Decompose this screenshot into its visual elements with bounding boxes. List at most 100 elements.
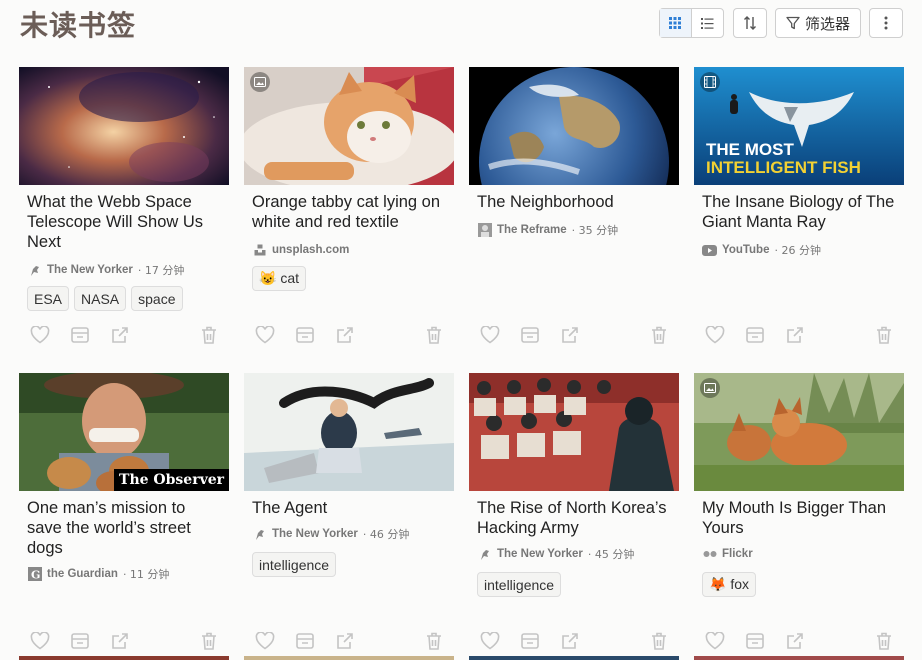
source-name[interactable]: The New Yorker <box>497 548 583 560</box>
delete-icon[interactable] <box>873 630 895 652</box>
thumbnail-image[interactable] <box>244 373 454 491</box>
delete-icon[interactable] <box>198 630 220 652</box>
open-external-icon[interactable] <box>334 324 356 346</box>
archive-icon[interactable] <box>69 324 91 346</box>
delete-icon[interactable] <box>873 324 895 346</box>
grid-view-icon[interactable] <box>660 9 692 37</box>
bookmark-card[interactable]: THE MOST INTELLIGENT FISH The Insane Bio… <box>694 67 904 347</box>
tag[interactable]: intelligence <box>477 572 562 597</box>
card-meta: The New Yorker · 45 分钟 <box>477 546 634 562</box>
card-title[interactable]: The Agent <box>252 498 448 518</box>
tag[interactable]: 🦊 fox <box>702 572 756 597</box>
card-title[interactable]: My Mouth Is Bigger Than Yours <box>702 498 898 538</box>
bookmark-card[interactable]: The Agent The New Yorker · 46 分钟 intelli… <box>244 373 454 653</box>
archive-icon[interactable] <box>294 324 316 346</box>
card-actions <box>27 324 223 346</box>
favorite-icon[interactable] <box>704 324 726 346</box>
card-title[interactable]: One man’s mission to save the world’s st… <box>27 498 223 558</box>
tag[interactable]: ESA <box>27 286 70 311</box>
sort-button[interactable] <box>733 8 767 38</box>
next-row-thumbnail[interactable] <box>469 656 679 660</box>
filter-button[interactable]: 筛选器 <box>775 8 861 38</box>
card-actions <box>477 630 673 652</box>
card-title[interactable]: The Rise of North Korea’s Hacking Army <box>477 498 673 538</box>
thumbnail-image[interactable]: The Observer <box>19 373 229 491</box>
favorite-icon[interactable] <box>254 630 276 652</box>
list-view-icon[interactable] <box>692 9 723 37</box>
next-row-thumbnail[interactable] <box>694 656 904 660</box>
bookmark-card[interactable]: The Observer One man’s mission to save t… <box>19 373 229 653</box>
open-external-icon[interactable] <box>559 630 581 652</box>
thumbnail-image[interactable] <box>19 67 229 185</box>
bookmark-card[interactable]: My Mouth Is Bigger Than Yours Flickr 🦊 f… <box>694 373 904 653</box>
next-row-thumbnail[interactable] <box>19 656 229 660</box>
flickr-icon <box>702 546 717 561</box>
favorite-icon[interactable] <box>29 630 51 652</box>
bookmark-card[interactable]: What the Webb Space Telescope Will Show … <box>19 67 229 347</box>
next-row-thumbnail[interactable] <box>244 656 454 660</box>
top-bar: 未读书签 筛选器 <box>0 0 922 48</box>
thumbnail-image[interactable] <box>244 67 454 185</box>
card-actions <box>252 630 448 652</box>
thumbnail-image[interactable]: THE MOST INTELLIGENT FISH <box>694 67 904 185</box>
card-title[interactable]: Orange tabby cat lying on white and red … <box>252 192 448 232</box>
favorite-icon[interactable] <box>29 324 51 346</box>
card-actions <box>477 324 673 346</box>
archive-icon[interactable] <box>519 324 541 346</box>
archive-icon[interactable] <box>519 630 541 652</box>
thumbnail-image[interactable] <box>694 373 904 491</box>
open-external-icon[interactable] <box>784 324 806 346</box>
youtube-icon <box>702 243 717 258</box>
thumbnail-image[interactable] <box>469 67 679 185</box>
card-title[interactable]: What the Webb Space Telescope Will Show … <box>27 192 223 252</box>
card-meta: G the Guardian · 11 分钟 <box>27 566 169 582</box>
image-icon <box>700 378 720 398</box>
archive-icon[interactable] <box>744 630 766 652</box>
tag-list: intelligence <box>252 552 337 577</box>
archive-icon[interactable] <box>744 324 766 346</box>
source-name[interactable]: The New Yorker <box>272 528 358 540</box>
delete-icon[interactable] <box>198 324 220 346</box>
guardian-icon: G <box>27 567 42 582</box>
favorite-icon[interactable] <box>479 324 501 346</box>
delete-icon[interactable] <box>423 324 445 346</box>
card-title[interactable]: The Neighborhood <box>477 192 673 212</box>
source-name[interactable]: the Guardian <box>47 568 118 580</box>
thumbnail-caption: THE MOST <box>706 140 794 159</box>
open-external-icon[interactable] <box>784 630 806 652</box>
source-name[interactable]: Flickr <box>722 548 753 560</box>
open-external-icon[interactable] <box>109 630 131 652</box>
archive-icon[interactable] <box>69 630 91 652</box>
open-external-icon[interactable] <box>334 630 356 652</box>
bookmark-card[interactable]: The Neighborhood The Reframe · 35 分钟 <box>469 67 679 347</box>
tag[interactable]: 😺 cat <box>252 266 306 291</box>
read-time: · 26 分钟 <box>774 244 821 257</box>
source-name[interactable]: unsplash.com <box>272 244 349 256</box>
favorite-icon[interactable] <box>479 630 501 652</box>
video-icon <box>700 72 720 92</box>
filter-icon <box>786 16 800 30</box>
tag[interactable]: NASA <box>74 286 127 311</box>
source-name[interactable]: The Reframe <box>497 224 567 236</box>
new-yorker-icon <box>477 547 492 562</box>
source-name[interactable]: The New Yorker <box>47 264 133 276</box>
tag[interactable]: space <box>131 286 183 311</box>
archive-icon[interactable] <box>294 630 316 652</box>
card-meta: unsplash.com <box>252 242 349 257</box>
card-title[interactable]: The Insane Biology of The Giant Manta Ra… <box>702 192 898 232</box>
more-button[interactable] <box>869 8 903 38</box>
delete-icon[interactable] <box>423 630 445 652</box>
delete-icon[interactable] <box>648 324 670 346</box>
thumbnail-image[interactable] <box>469 373 679 491</box>
source-name[interactable]: YouTube <box>722 244 769 256</box>
bookmark-card[interactable]: The Rise of North Korea’s Hacking Army T… <box>469 373 679 653</box>
favorite-icon[interactable] <box>254 324 276 346</box>
tag[interactable]: intelligence <box>252 552 337 577</box>
favorite-icon[interactable] <box>704 630 726 652</box>
card-actions <box>702 324 898 346</box>
open-external-icon[interactable] <box>109 324 131 346</box>
delete-icon[interactable] <box>648 630 670 652</box>
bookmark-card[interactable]: Orange tabby cat lying on white and red … <box>244 67 454 347</box>
open-external-icon[interactable] <box>559 324 581 346</box>
card-meta: The Reframe · 35 分钟 <box>477 222 618 238</box>
